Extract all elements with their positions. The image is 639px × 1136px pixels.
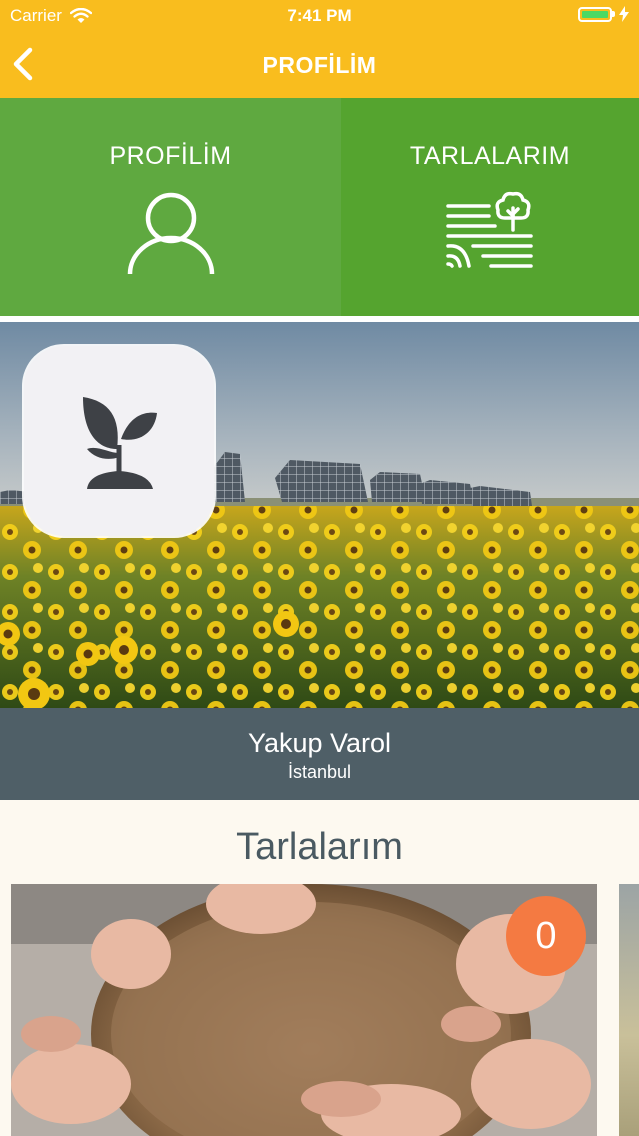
tab-tarlalarim-label: TARLALARIM — [409, 142, 571, 170]
user-icon — [127, 192, 214, 275]
tab-tarlalarim[interactable]: TARLALARIM — [341, 98, 639, 316]
tab-bar: PROFİLİM TARLALARIM — [0, 98, 639, 316]
status-bar: Carrier 7:41 PM — [0, 0, 639, 32]
tab-profilim-label: PROFİLİM — [109, 142, 232, 170]
avatar[interactable] — [24, 346, 214, 536]
fields-section-title: Tarlalarım — [236, 826, 403, 868]
field-tree-icon — [446, 191, 533, 268]
charging-bolt-icon — [619, 6, 629, 22]
next-field-card[interactable] — [619, 884, 639, 1136]
status-time: 7:41 PM — [287, 6, 352, 25]
battery-fill — [582, 10, 608, 18]
battery-icon — [578, 6, 612, 22]
profile-info-bar: Yakup Varol İstanbul — [0, 708, 639, 800]
profile-city: İstanbul — [287, 762, 352, 782]
navigation-bar: PROFİLİM — [0, 32, 639, 98]
page-title: PROFİLİM — [262, 52, 377, 78]
tab-profilim[interactable]: PROFİLİM — [0, 98, 341, 316]
sprout-icon — [83, 397, 157, 489]
field-count-badge: 0 — [506, 896, 586, 976]
battery-indicator — [578, 6, 629, 22]
profile-name: Yakup Varol — [247, 728, 392, 758]
battery-tip — [612, 11, 615, 17]
